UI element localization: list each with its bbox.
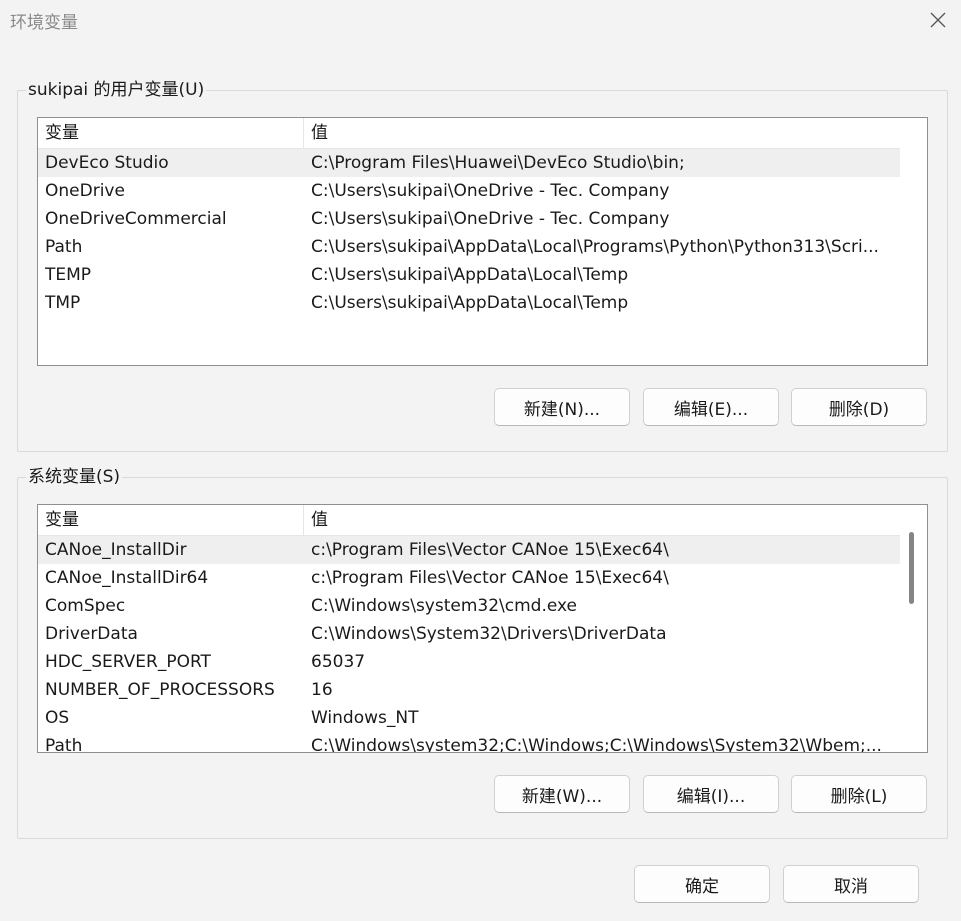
list-header: 变量 值	[38, 118, 900, 149]
variable-value-cell: C:\Program Files\Huawei\DevEco Studio\bi…	[311, 153, 685, 173]
variable-value-cell: 65037	[311, 652, 366, 672]
column-header-value[interactable]: 值	[304, 505, 900, 535]
variable-name-cell: DevEco Studio	[45, 153, 169, 173]
table-row[interactable]: Path C:\Windows\system32;C:\Windows;C:\Wi…	[38, 732, 900, 753]
variable-value-cell: c:\Program Files\Vector CANoe 15\Exec64\	[311, 568, 669, 588]
user-variables-list[interactable]: 变量 值 DevEco Studio C:\Program Files\Huawe…	[37, 117, 928, 366]
table-row[interactable]: CANoe_InstallDir64 c:\Program Files\Vecto…	[38, 564, 900, 592]
user-variables-group: sukipai 的用户变量(U) 变量 值 DevEco Studio C:\Pr…	[17, 79, 948, 452]
variable-value-cell: C:\Windows\System32\Drivers\DriverData	[311, 624, 667, 644]
variable-name-cell: Path	[45, 237, 83, 257]
list-header: 变量 值	[38, 505, 900, 536]
table-row[interactable]: TMP C:\Users\sukipai\AppData\Local\Temp	[38, 289, 900, 317]
column-header-value[interactable]: 值	[304, 118, 900, 148]
system-delete-button[interactable]: 删除(L)	[791, 775, 927, 813]
system-variables-label: 系统变量(S)	[26, 466, 123, 488]
variable-value-cell: C:\Users\sukipai\AppData\Local\Temp	[311, 265, 629, 285]
user-edit-button[interactable]: 编辑(E)...	[643, 388, 779, 426]
table-row[interactable]: DriverData C:\Windows\System32\Drivers\Dr…	[38, 620, 900, 648]
environment-variables-dialog: 环境变量 sukipai 的用户变量(U) 变量 值 DevEco Studio…	[0, 0, 961, 921]
table-row[interactable]: OS Windows_NT	[38, 704, 900, 732]
scrollbar-thumb[interactable]	[909, 532, 914, 604]
table-row[interactable]: NUMBER_OF_PROCESSORS 16	[38, 676, 900, 704]
variable-name-cell: CANoe_InstallDir64	[45, 568, 209, 588]
variable-name-cell: TMP	[45, 293, 81, 313]
variable-value-cell: C:\Windows\system32;C:\Windows;C:\Window…	[311, 736, 882, 753]
vertical-scrollbar[interactable]	[899, 505, 927, 752]
variable-name-cell: OneDriveCommercial	[45, 209, 227, 229]
column-header-variable[interactable]: 变量	[38, 118, 304, 148]
ok-button[interactable]: 确定	[634, 865, 770, 903]
variable-name-cell: TEMP	[45, 265, 92, 285]
variable-value-cell: C:\Users\sukipai\AppData\Local\Temp	[311, 293, 629, 313]
table-row[interactable]: TEMP C:\Users\sukipai\AppData\Local\Temp	[38, 261, 900, 289]
variable-name-cell: OS	[45, 708, 70, 728]
variable-name-cell: ComSpec	[45, 596, 126, 616]
variable-name-cell: OneDrive	[45, 181, 125, 201]
table-row[interactable]: OneDriveCommercial C:\Users\sukipai\OneDr…	[38, 205, 900, 233]
close-button[interactable]	[915, 0, 961, 40]
window-title: 环境变量	[10, 13, 78, 33]
variable-name-cell: Path	[45, 736, 83, 753]
variable-name-cell: HDC_SERVER_PORT	[45, 652, 211, 672]
system-new-button[interactable]: 新建(W)...	[494, 775, 630, 813]
table-row[interactable]: ComSpec C:\Windows\system32\cmd.exe	[38, 592, 900, 620]
table-row[interactable]: CANoe_InstallDir c:\Program Files\Vector …	[38, 536, 900, 564]
user-variables-label: sukipai 的用户变量(U)	[26, 79, 207, 101]
variable-value-cell: c:\Program Files\Vector CANoe 15\Exec64\	[311, 540, 669, 560]
table-row[interactable]: DevEco Studio C:\Program Files\Huawei\Dev…	[38, 149, 900, 177]
variable-value-cell: 16	[311, 680, 333, 700]
close-icon	[930, 12, 946, 28]
table-row[interactable]: OneDrive C:\Users\sukipai\OneDrive - Tec.…	[38, 177, 900, 205]
variable-value-cell: Windows_NT	[311, 708, 419, 728]
table-row[interactable]: Path C:\Users\sukipai\AppData\Local\Progr…	[38, 233, 900, 261]
system-variables-list[interactable]: 变量 值 CANoe_InstallDir c:\Program Files\Ve…	[37, 504, 928, 753]
cancel-button[interactable]: 取消	[783, 865, 919, 903]
system-edit-button[interactable]: 编辑(I)...	[643, 775, 779, 813]
variable-name-cell: NUMBER_OF_PROCESSORS	[45, 680, 275, 700]
variable-name-cell: CANoe_InstallDir	[45, 540, 187, 560]
system-variables-group: 系统变量(S) 变量 值 CANoe_InstallDir c:\Program …	[17, 466, 948, 839]
variable-value-cell: C:\Windows\system32\cmd.exe	[311, 596, 578, 616]
variable-value-cell: C:\Users\sukipai\OneDrive - Tec. Company	[311, 209, 670, 229]
variable-name-cell: DriverData	[45, 624, 138, 644]
title-bar: 环境变量	[0, 0, 961, 40]
variable-value-cell: C:\Users\sukipai\AppData\Local\Programs\…	[311, 237, 879, 257]
table-row[interactable]: HDC_SERVER_PORT 65037	[38, 648, 900, 676]
user-delete-button[interactable]: 删除(D)	[791, 388, 927, 426]
user-new-button[interactable]: 新建(N)...	[494, 388, 630, 426]
column-header-variable[interactable]: 变量	[38, 505, 304, 535]
variable-value-cell: C:\Users\sukipai\OneDrive - Tec. Company	[311, 181, 670, 201]
